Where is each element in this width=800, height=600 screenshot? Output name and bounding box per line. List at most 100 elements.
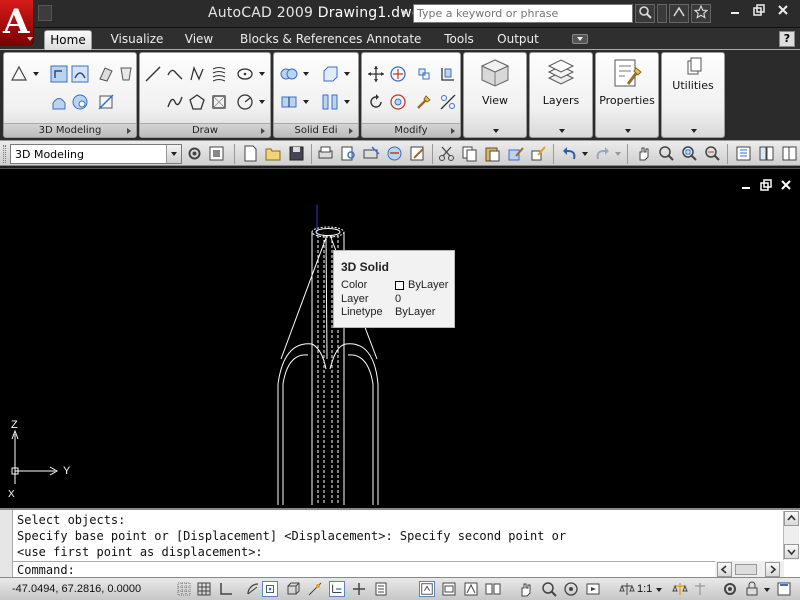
- pan-icon[interactable]: [635, 145, 652, 162]
- properties-button[interactable]: Properties: [597, 53, 657, 137]
- solid-union-icon[interactable]: [280, 65, 298, 83]
- line-icon[interactable]: [144, 65, 162, 83]
- layout1-icon[interactable]: [441, 581, 457, 597]
- toolbar-grip[interactable]: [3, 145, 6, 163]
- separate-icon[interactable]: [280, 93, 298, 111]
- scroll-down-button[interactable]: [784, 544, 799, 559]
- block-editor-icon[interactable]: [530, 145, 547, 162]
- utilities-button[interactable]: Utilities: [663, 53, 723, 137]
- polar-tracking-icon[interactable]: [245, 581, 261, 597]
- command-vertical-scrollbar[interactable]: [783, 511, 799, 560]
- panel-title-3d-modeling[interactable]: 3D Modeling: [4, 123, 136, 137]
- object-snap-tracking-icon[interactable]: [307, 581, 323, 597]
- zoom-realtime-icon[interactable]: [658, 145, 675, 162]
- loft-icon[interactable]: [117, 65, 135, 83]
- publish-icon[interactable]: [363, 145, 380, 162]
- quick-access-button[interactable]: [38, 5, 52, 21]
- 3d-solid-wireframe[interactable]: [0, 169, 800, 509]
- tool-palettes-icon[interactable]: [208, 145, 225, 162]
- move-icon[interactable]: [367, 65, 385, 83]
- chevron-down-icon[interactable]: [764, 588, 770, 592]
- chevron-down-icon[interactable]: [166, 145, 181, 163]
- view-button[interactable]: View: [465, 53, 525, 137]
- tab-visualize[interactable]: Visualize: [108, 30, 166, 50]
- polyline-icon[interactable]: [166, 65, 184, 83]
- panel-title-solid-editing[interactable]: Solid Edi: [274, 123, 358, 137]
- help-button[interactable]: ?: [779, 31, 795, 47]
- 3d-rotate-icon[interactable]: [415, 65, 433, 83]
- search-input[interactable]: [413, 4, 633, 23]
- shell-icon[interactable]: [321, 93, 339, 111]
- plot-icon[interactable]: [317, 145, 334, 162]
- panel-title-draw[interactable]: Draw: [140, 123, 270, 137]
- scroll-up-button[interactable]: [784, 511, 799, 526]
- drawing-viewport[interactable]: Z Y X: [0, 168, 800, 508]
- minimize-button[interactable]: [725, 4, 745, 22]
- 3d-dwf-icon[interactable]: [386, 145, 403, 162]
- tab-annotate[interactable]: Annotate: [366, 30, 422, 50]
- dynamic-ucs-icon[interactable]: [329, 581, 345, 597]
- extract-edges-icon[interactable]: [321, 65, 339, 83]
- lock-icon[interactable]: [744, 581, 760, 597]
- tab-tools[interactable]: Tools: [440, 30, 478, 50]
- chevron-down-icon[interactable]: [303, 100, 309, 104]
- chevron-down-icon[interactable]: [259, 100, 265, 104]
- communication-center-button[interactable]: [669, 4, 689, 23]
- chevron-down-icon[interactable]: [259, 72, 265, 76]
- undo-icon[interactable]: [561, 145, 578, 162]
- zoom-icon[interactable]: [541, 581, 557, 597]
- extrude-icon[interactable]: [50, 65, 68, 83]
- properties-palette-icon[interactable]: [735, 145, 752, 162]
- command-horizontal-scrollbar[interactable]: [715, 561, 784, 578]
- layers-button[interactable]: Layers: [531, 53, 591, 137]
- command-window-grip[interactable]: [0, 510, 13, 577]
- copy-icon[interactable]: [461, 145, 478, 162]
- clean-screen-icon[interactable]: [776, 581, 792, 597]
- presspull-icon[interactable]: [71, 65, 89, 83]
- arc-icon[interactable]: [236, 93, 254, 111]
- steering-wheel-icon[interactable]: [563, 581, 579, 597]
- 3d-array-icon[interactable]: [389, 93, 407, 111]
- spline-icon[interactable]: [166, 93, 184, 111]
- coordinate-readout[interactable]: -47.0494, 67.2816, 0.0000: [12, 583, 141, 595]
- helix-icon[interactable]: [210, 65, 228, 83]
- polygon-icon[interactable]: [188, 93, 206, 111]
- match-properties-icon[interactable]: [507, 145, 524, 162]
- zoom-window-icon[interactable]: [681, 145, 698, 162]
- object-snap-icon[interactable]: [262, 581, 278, 597]
- auto-scale-icon[interactable]: [692, 581, 708, 597]
- model-space-icon[interactable]: [419, 581, 435, 597]
- plot-preview-icon[interactable]: [340, 145, 357, 162]
- scroll-left-button[interactable]: [717, 562, 732, 577]
- tab-home[interactable]: Home: [44, 30, 92, 50]
- minimize-ribbon-button[interactable]: [572, 34, 588, 44]
- panel-title-modify[interactable]: Modify: [362, 123, 460, 137]
- application-menu-button[interactable]: A: [0, 0, 34, 46]
- rectangle-icon[interactable]: [210, 93, 228, 111]
- sweep-icon[interactable]: [97, 65, 115, 83]
- union-icon[interactable]: [50, 93, 68, 111]
- sheet-set-manager-icon[interactable]: [781, 145, 798, 162]
- annotation-scale-icon[interactable]: [619, 581, 635, 597]
- chevron-down-icon[interactable]: [344, 100, 350, 104]
- chevron-down-icon[interactable]: [656, 588, 662, 592]
- tab-view[interactable]: View: [180, 30, 218, 50]
- match-properties-icon[interactable]: [415, 93, 433, 111]
- close-button[interactable]: [773, 4, 793, 22]
- grid-display-icon[interactable]: [196, 581, 212, 597]
- design-center-icon[interactable]: [758, 145, 775, 162]
- showmotion-icon[interactable]: [585, 581, 601, 597]
- 3d-move-icon[interactable]: [389, 65, 407, 83]
- paste-icon[interactable]: [484, 145, 501, 162]
- annotation-scale-value[interactable]: 1:1: [637, 583, 652, 595]
- pan-icon[interactable]: [517, 581, 533, 597]
- chevron-down-icon[interactable]: [33, 72, 39, 76]
- 3d-polyline-icon[interactable]: [188, 65, 206, 83]
- lineweight-icon[interactable]: [373, 581, 389, 597]
- snap-mode-icon[interactable]: [176, 581, 192, 597]
- favorites-button[interactable]: [691, 4, 711, 23]
- chevron-down-icon[interactable]: [615, 152, 621, 156]
- quick-view-drawings-icon[interactable]: [485, 581, 501, 597]
- open-folder-icon[interactable]: [265, 145, 282, 162]
- new-file-icon[interactable]: [242, 145, 259, 162]
